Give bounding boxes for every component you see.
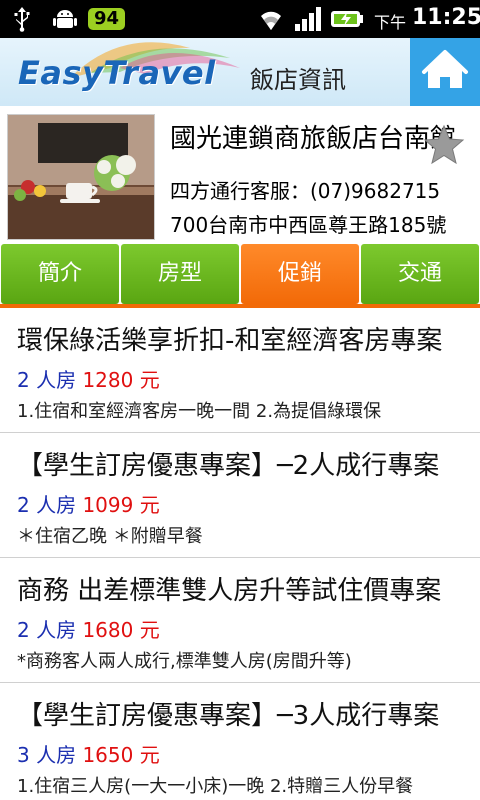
app-header: EasyTravel 飯店資訊 [0,38,480,106]
promo-description: ＊住宿乙晚 ＊附贈早餐 [17,526,203,547]
promo-title: 環保綠活樂享折扣-和室經濟客房專案 [17,326,443,356]
room-type: 2 人房 [17,618,77,642]
list-item[interactable]: 【學生訂房優惠專案】─3人成行專案 3 人房 1650 元 1.住宿三人房(一大… [0,683,480,800]
list-item[interactable]: 【學生訂房優惠專案】─2人成行專案 2 人房 1099 元 ＊住宿乙晚 ＊附贈早… [0,433,480,558]
price: 1099 元 [82,493,160,517]
home-button[interactable] [410,38,480,106]
status-time: 11:25 [412,5,480,30]
tab-intro[interactable]: 簡介 [1,244,119,304]
status-bar: 94 下午 11:25 [0,0,480,38]
battery-level-badge: 94 [88,8,126,30]
status-ampm: 下午 [374,13,407,32]
room-type: 2 人房 [17,368,77,392]
page-title: 飯店資訊 [250,66,346,94]
wifi-icon [261,11,281,30]
promo-price-line: 2 人房 1099 元 [17,489,160,518]
hotel-phone[interactable]: 四方通行客服：(07)9682715 [170,175,470,204]
tab-rooms[interactable]: 房型 [121,244,239,304]
app-logo: EasyTravel [18,54,216,92]
battery-charging-icon [331,11,363,27]
price: 1680 元 [82,618,160,642]
hotel-tabs: 簡介 房型 促銷 交通 [0,244,480,306]
hotel-photo [7,114,155,240]
hotel-address: 700台南市中西區尊王路185號 [170,213,447,237]
list-item[interactable]: 商務 出差標準雙人房升等試住價專案 2 人房 1680 元 *商務客人兩人成行,… [0,558,480,683]
promo-price-line: 2 人房 1280 元 [17,364,160,393]
promo-price-line: 2 人房 1680 元 [17,614,160,643]
promo-price-line: 3 人房 1650 元 [17,739,160,768]
android-debug-icon [53,10,77,28]
promo-description: *商務客人兩人成行,標準雙人房(房間升等) [17,651,352,672]
tab-transport[interactable]: 交通 [361,244,479,304]
list-item[interactable]: 環保綠活樂享折扣-和室經濟客房專案 2 人房 1280 元 1.住宿和室經濟客房… [0,308,480,433]
promo-title: 【學生訂房優惠專案】─2人成行專案 [17,451,440,481]
signal-icon [295,7,321,31]
price: 1650 元 [82,743,160,767]
room-type: 3 人房 [17,743,77,767]
favorite-star-icon[interactable] [422,124,466,166]
promo-title: 商務 出差標準雙人房升等試住價專案 [17,576,442,606]
promo-description: 1.住宿三人房(一大一小床)一晚 2.特贈三人份早餐 [17,776,414,797]
price: 1280 元 [82,368,160,392]
home-icon [422,50,468,88]
promo-title: 【學生訂房優惠專案】─3人成行專案 [17,701,440,731]
promo-description: 1.住宿和室經濟客房一晚一間 2.為提倡綠環保 [17,401,382,422]
usb-icon [14,7,30,32]
tab-promotions[interactable]: 促銷 [241,244,359,304]
room-type: 2 人房 [17,493,77,517]
